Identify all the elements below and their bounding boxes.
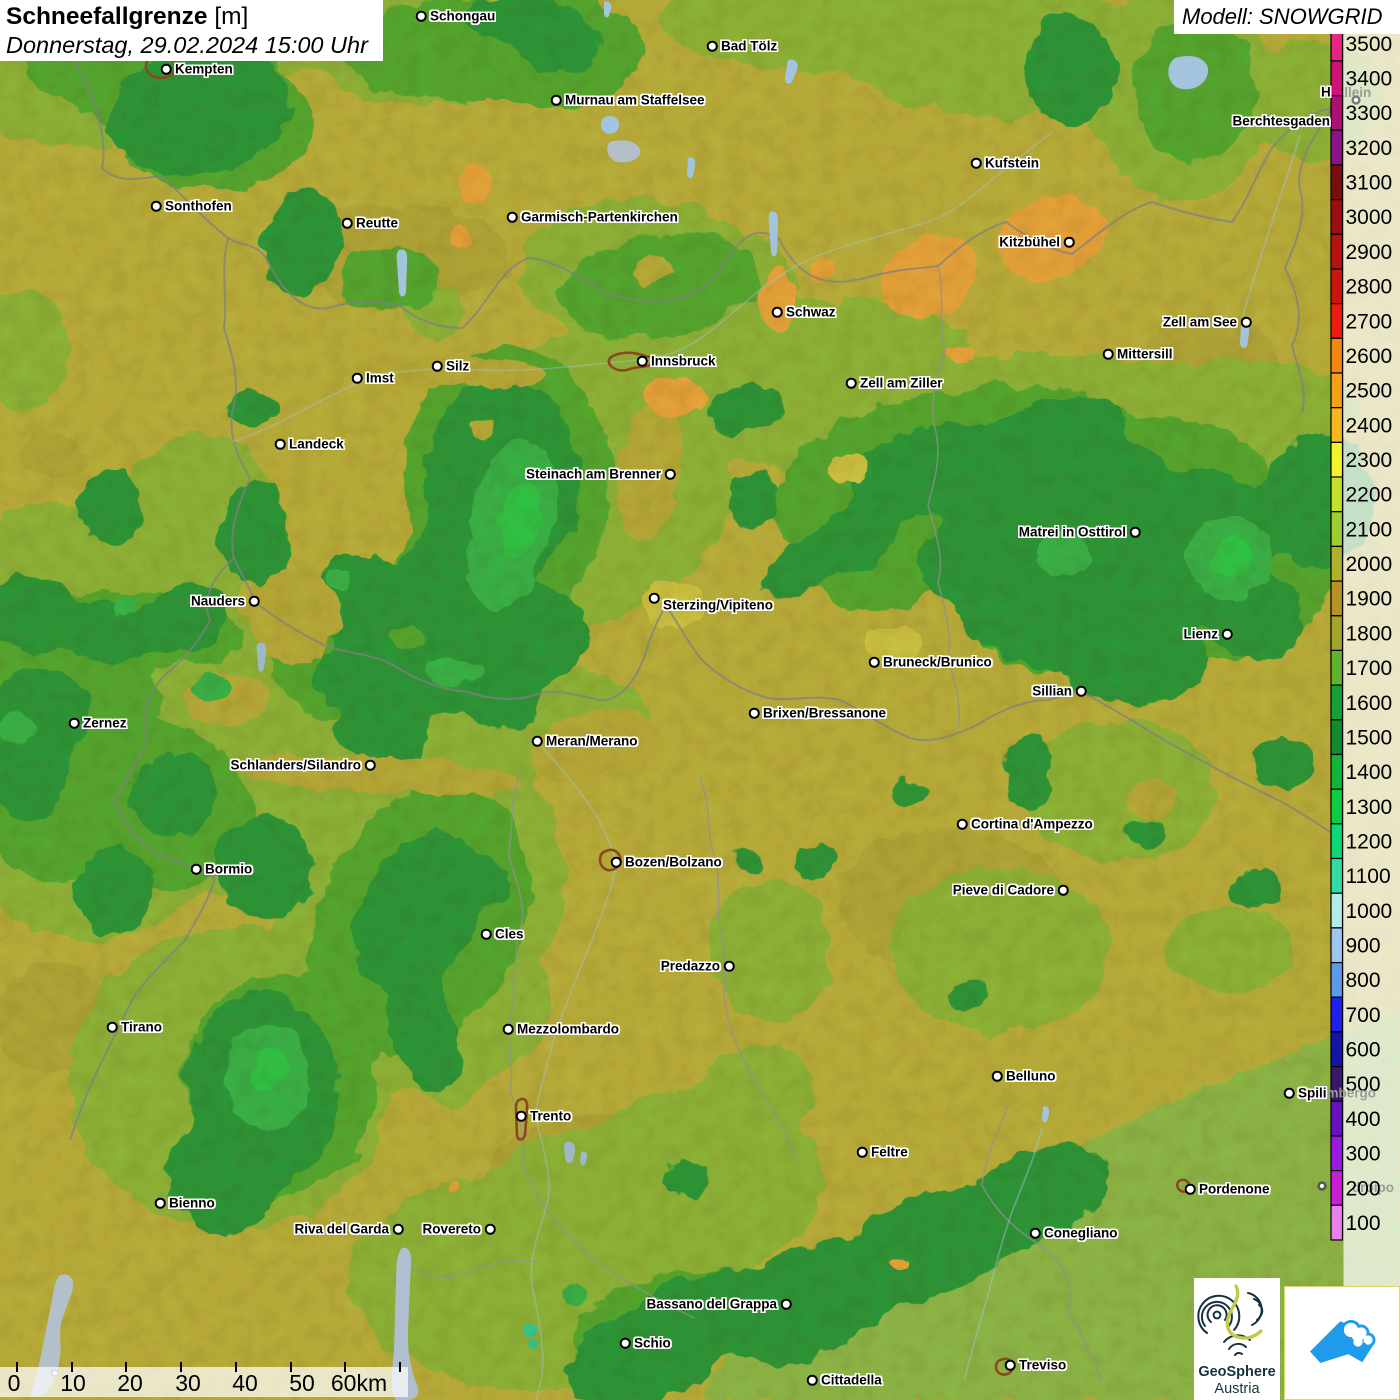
- svg-text:1900: 1900: [1346, 588, 1393, 611]
- svg-text:2000: 2000: [1346, 553, 1393, 576]
- svg-text:1400: 1400: [1346, 761, 1393, 784]
- svg-text:900: 900: [1346, 935, 1381, 958]
- svg-text:200: 200: [1346, 1177, 1381, 1200]
- svg-text:1500: 1500: [1346, 726, 1393, 749]
- svg-text:100: 100: [1346, 1212, 1381, 1235]
- svg-text:1300: 1300: [1346, 796, 1393, 819]
- svg-text:2700: 2700: [1346, 310, 1393, 333]
- svg-text:2100: 2100: [1346, 518, 1393, 541]
- svg-text:1100: 1100: [1346, 865, 1391, 888]
- svg-text:1700: 1700: [1346, 657, 1393, 680]
- svg-text:400: 400: [1346, 1108, 1381, 1131]
- svg-text:1800: 1800: [1346, 622, 1393, 645]
- svg-text:2300: 2300: [1346, 449, 1393, 472]
- svg-text:2400: 2400: [1346, 414, 1393, 437]
- svg-text:2200: 2200: [1346, 484, 1393, 507]
- svg-text:1200: 1200: [1346, 831, 1393, 854]
- svg-text:2500: 2500: [1346, 380, 1393, 403]
- svg-text:2800: 2800: [1346, 276, 1393, 299]
- svg-text:3100: 3100: [1346, 172, 1393, 195]
- svg-text:2600: 2600: [1346, 345, 1393, 368]
- svg-text:600: 600: [1346, 1039, 1381, 1062]
- svg-text:1000: 1000: [1346, 900, 1393, 923]
- svg-text:3000: 3000: [1346, 206, 1393, 229]
- svg-text:3500: 3500: [1346, 33, 1393, 56]
- svg-text:700: 700: [1346, 1004, 1381, 1027]
- svg-text:300: 300: [1346, 1143, 1381, 1166]
- svg-text:3300: 3300: [1346, 102, 1393, 125]
- svg-text:3400: 3400: [1346, 68, 1393, 91]
- svg-text:2900: 2900: [1346, 241, 1393, 264]
- svg-text:3200: 3200: [1346, 137, 1393, 160]
- svg-text:800: 800: [1346, 969, 1381, 992]
- svg-text:1600: 1600: [1346, 692, 1393, 715]
